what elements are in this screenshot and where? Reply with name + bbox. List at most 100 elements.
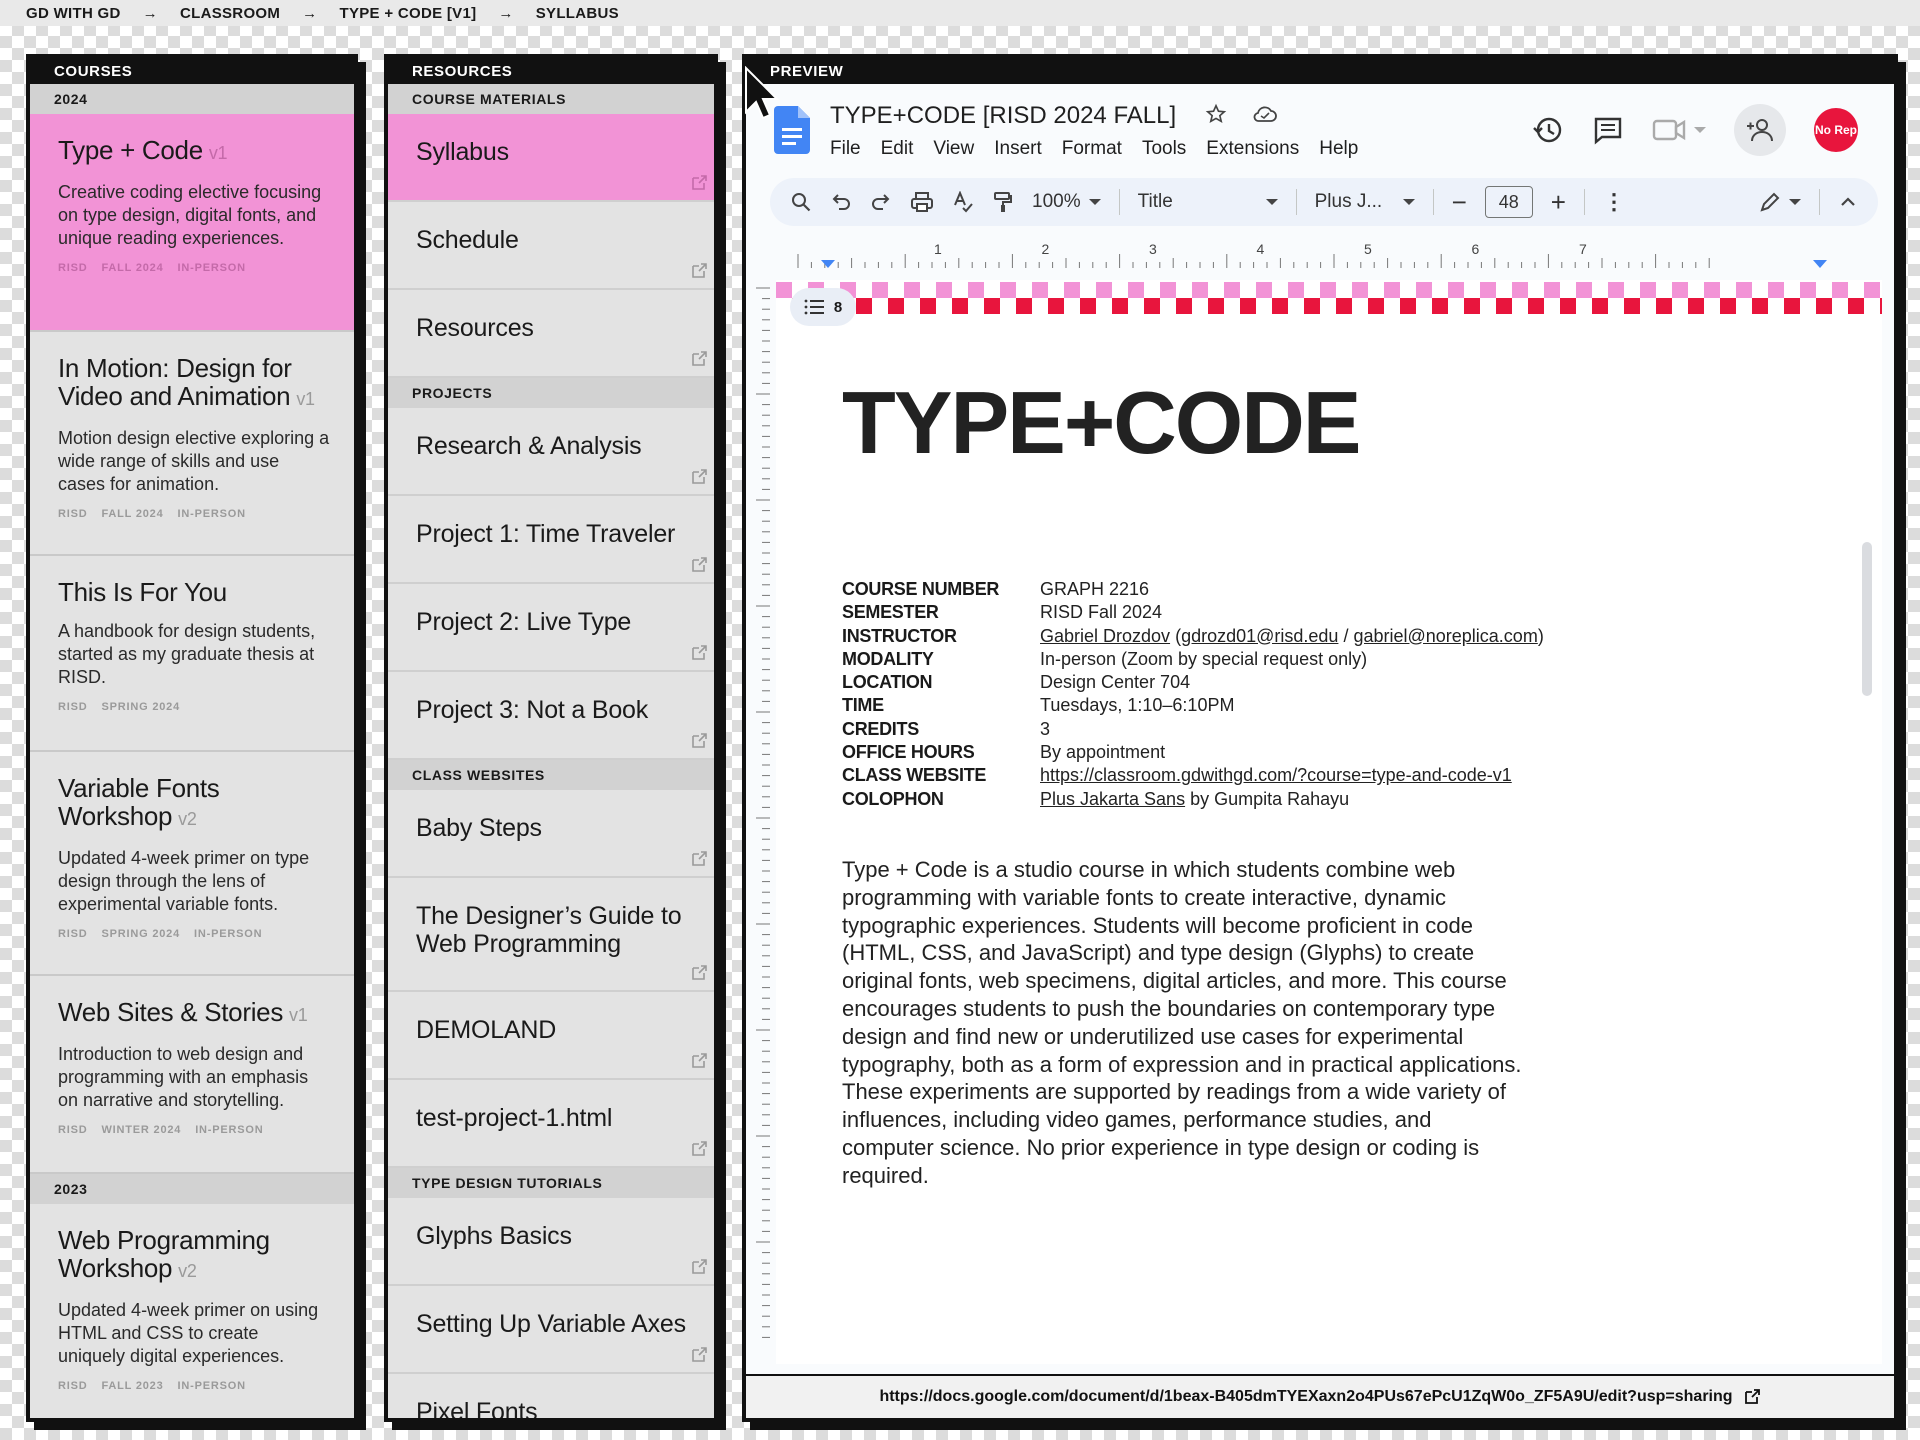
resource-item-resources[interactable]: Resources [388, 290, 714, 378]
doc-title[interactable]: TYPE+CODE [RISD 2024 FALL] [830, 102, 1278, 130]
meet-button[interactable] [1652, 117, 1706, 143]
course-tags: RISD SPRING 2024 [58, 701, 330, 731]
course-tags: RISD WINTER 2024 IN-PERSON [58, 1124, 330, 1154]
docs-toolbar: 100% Title Plus J... − 48 + ⋮ [770, 178, 1878, 226]
share-button[interactable] [1734, 104, 1786, 156]
checker-square [984, 298, 1000, 314]
course-tag: IN-PERSON [194, 928, 263, 940]
course-item-web-programming[interactable]: Web Programming Workshop v2 Updated 4-wee… [30, 1204, 354, 1418]
paint-format-icon[interactable] [992, 191, 1014, 213]
course-tags: RISD SPRING 2024 IN-PERSON [58, 928, 330, 958]
checker-square [1528, 298, 1544, 314]
font-select[interactable]: Plus J... [1315, 191, 1415, 213]
resource-item-project-2[interactable]: Project 2: Live Type [388, 584, 714, 672]
instructor-name-link[interactable]: Gabriel Drozdov [1040, 626, 1170, 646]
checker-square [1432, 298, 1448, 314]
document-heading: TYPE+CODE [842, 373, 1361, 472]
info-row: TIME Tuesdays, 1:10–6:10PM [842, 694, 1544, 717]
zoom-select[interactable]: 100% [1032, 191, 1101, 213]
redo-icon[interactable] [870, 191, 892, 213]
ruler-number: 4 [1257, 241, 1265, 257]
menu-help[interactable]: Help [1319, 138, 1358, 160]
checker-square [1496, 298, 1512, 314]
menu-file[interactable]: File [830, 138, 861, 160]
resource-item-research[interactable]: Research & Analysis [388, 408, 714, 496]
menu-extensions[interactable]: Extensions [1206, 138, 1299, 160]
checker-square [1736, 282, 1752, 298]
font-link[interactable]: Plus Jakarta Sans [1040, 789, 1185, 809]
document-outline-button[interactable]: 8 [790, 288, 856, 326]
resource-item-project-1[interactable]: Project 1: Time Traveler [388, 496, 714, 584]
resource-item-baby-steps[interactable]: Baby Steps [388, 790, 714, 878]
resource-item-project-3[interactable]: Project 3: Not a Book [388, 672, 714, 760]
info-key: CLASS WEBSITE [842, 765, 987, 786]
more-options-icon[interactable]: ⋮ [1603, 191, 1625, 213]
menu-format[interactable]: Format [1062, 138, 1122, 160]
star-icon[interactable] [1205, 103, 1227, 125]
checker-square [1160, 282, 1176, 298]
checker-square [1784, 298, 1800, 314]
cloud-saved-icon[interactable] [1252, 103, 1278, 125]
course-item-type-code[interactable]: Type + Code v1 Creative coding elective f… [30, 114, 354, 332]
checker-square [1816, 298, 1832, 314]
toolbar-divider [1118, 189, 1120, 215]
vertical-ruler[interactable] [752, 278, 770, 1338]
resource-item-pixel-fonts[interactable]: Pixel Fonts [388, 1374, 714, 1418]
menu-tools[interactable]: Tools [1142, 138, 1186, 160]
editing-mode-button[interactable] [1759, 191, 1801, 213]
instructor-email-link[interactable]: gdrozd01@risd.edu [1181, 626, 1338, 646]
resource-item-schedule[interactable]: Schedule [388, 202, 714, 290]
style-select[interactable]: Title [1138, 191, 1278, 213]
course-tags: RISD FALL 2023 IN-PERSON [58, 1380, 330, 1410]
course-item-variable-fonts[interactable]: Variable Fonts Workshop v2 Updated 4-week… [30, 752, 354, 976]
course-description: A handbook for design students, started … [58, 621, 316, 687]
search-icon[interactable] [790, 191, 812, 213]
info-row: COLOPHON Plus Jakarta Sans by Gumpita Rah… [842, 788, 1544, 811]
resource-item-glyphs-basics[interactable]: Glyphs Basics [388, 1198, 714, 1286]
course-item-web-sites-stories[interactable]: Web Sites & Stories v1 Introduction to we… [30, 976, 354, 1174]
resource-item-syllabus[interactable]: Syllabus [388, 114, 714, 202]
course-tag: SPRING 2024 [101, 701, 180, 713]
course-item-this-is-for-you[interactable]: This Is For You A handbook for design st… [30, 556, 354, 752]
menu-view[interactable]: View [933, 138, 974, 160]
external-link-icon [692, 645, 707, 660]
document-page[interactable]: 8 TYPE+CODE COURSE NUMBER GRAPH 2216 SEME… [776, 280, 1882, 1364]
crumb-classroom[interactable]: CLASSROOM [180, 5, 280, 22]
print-icon[interactable] [910, 191, 934, 213]
course-version: v2 [178, 809, 197, 829]
comments-icon[interactable] [1592, 114, 1624, 146]
resource-item-designers-guide[interactable]: The Designer’s Guide to Web Programming [388, 878, 714, 992]
checker-square [1384, 282, 1400, 298]
version-history-icon[interactable] [1532, 114, 1564, 146]
menu-edit[interactable]: Edit [881, 138, 914, 160]
undo-icon[interactable] [830, 191, 852, 213]
resource-item-variable-axes[interactable]: Setting Up Variable Axes [388, 1286, 714, 1374]
avatar[interactable]: No Rep [1814, 108, 1858, 152]
doc-title-text: TYPE+CODE [RISD 2024 FALL] [830, 102, 1177, 129]
resource-label: The Designer’s Guide to Web Programming [416, 902, 682, 958]
class-website-link[interactable]: https://classroom.gdwithgd.com/?course=t… [1040, 764, 1512, 787]
horizontal-ruler[interactable]: 1 2 3 4 5 6 7 [770, 238, 1878, 268]
chevron-down-icon [1402, 199, 1415, 205]
decrease-font-size-button[interactable]: − [1452, 187, 1467, 218]
resource-item-test-project[interactable]: test-project-1.html [388, 1080, 714, 1168]
resource-label: Schedule [416, 226, 519, 254]
increase-font-size-button[interactable]: + [1551, 187, 1566, 218]
checker-square [1336, 298, 1352, 314]
course-description-paragraph: Type + Code is a studio course in which … [842, 857, 1522, 1188]
checker-square [1368, 298, 1384, 314]
crumb-gd-with-gd[interactable]: GD WITH GD [26, 5, 121, 22]
crumb-course[interactable]: TYPE + CODE [V1] [339, 5, 476, 22]
external-link-icon [1744, 1389, 1760, 1404]
font-size-input[interactable]: 48 [1484, 186, 1533, 218]
vertical-scrollbar[interactable] [1862, 542, 1872, 696]
chevron-down-icon [1694, 127, 1706, 133]
menu-insert[interactable]: Insert [994, 138, 1042, 160]
instructor-alt-email-link[interactable]: gabriel@noreplica.com [1353, 626, 1537, 646]
resource-item-demoland[interactable]: DEMOLAND [388, 992, 714, 1080]
course-item-in-motion[interactable]: In Motion: Design for Video and Animatio… [30, 332, 354, 556]
document-url-bar[interactable]: https://docs.google.com/document/d/1beax… [746, 1374, 1894, 1418]
chevron-up-icon[interactable] [1838, 192, 1858, 212]
spellcheck-icon[interactable] [952, 191, 974, 213]
resource-label: Syllabus [416, 138, 509, 166]
